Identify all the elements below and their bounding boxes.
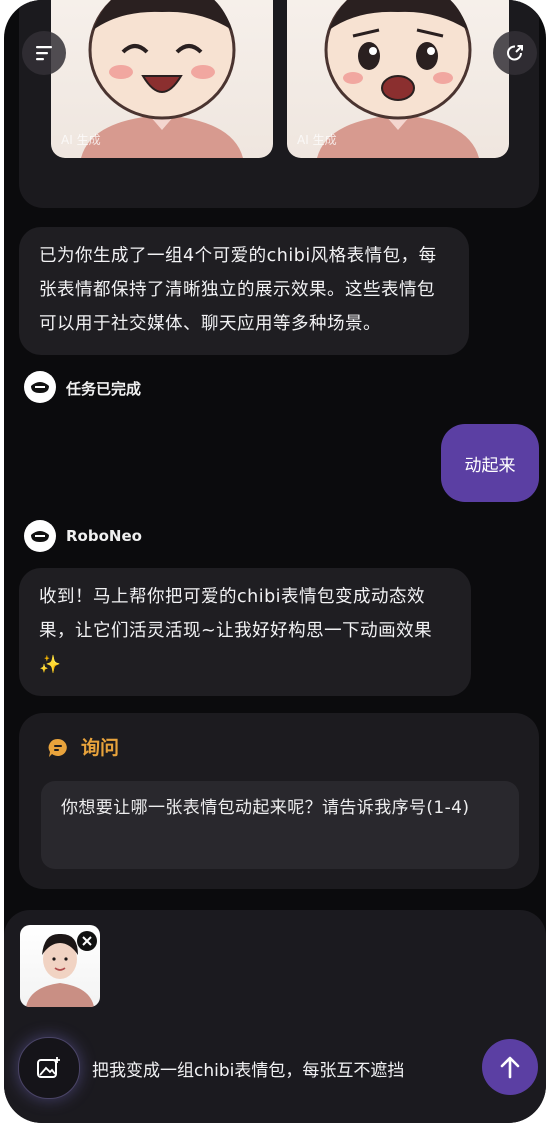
add-image-button[interactable] [18, 1037, 80, 1099]
task-status-label: 任务已完成 [66, 380, 142, 398]
assistant-message-reply: 收到！马上帮你把可爱的chibi表情包变成动态效果，让它们活灵活现~让我好好构思… [19, 568, 471, 696]
chat-bubble-icon [48, 738, 67, 757]
robot-avatar-icon [31, 382, 49, 393]
send-button[interactable] [482, 1039, 538, 1095]
assistant-message-summary: 已为你生成了一组4个可爱的chibi风格表情包，每张表情都保持了清晰独立的展示效… [19, 227, 469, 355]
composer-panel: 把我变成一组chibi表情包，每张互不遮挡 [4, 910, 546, 1123]
menu-button[interactable] [22, 31, 66, 75]
share-icon [507, 45, 523, 61]
ai-watermark: AI 生成 [61, 133, 101, 147]
image-add-icon [37, 1057, 60, 1078]
robot-avatar [24, 371, 56, 403]
sticker-thumbnail-worried[interactable]: AI 生成 [287, 0, 509, 158]
user-message-text: 动起来 [464, 455, 516, 476]
robot-avatar-icon [31, 531, 49, 542]
share-button[interactable] [493, 31, 537, 75]
ask-card: 询问 你想要让哪一张表情包动起来呢？请告诉我序号(1-4) [19, 713, 539, 889]
ask-card-title: 询问 [81, 737, 120, 759]
menu-icon [36, 46, 52, 61]
arrow-up-icon [500, 1056, 520, 1079]
close-icon [82, 936, 92, 946]
robot-avatar [24, 520, 56, 552]
phone-screen: AI 生成 AI 生成 已为你生成了一组4个可爱的chibi风格表情包，每张表情… [4, 0, 546, 1123]
bot-name-label: RoboNeo [66, 527, 142, 545]
ask-question-text: 你想要让哪一张表情包动起来呢？请告诉我序号(1-4) [61, 798, 470, 818]
assistant-summary-text: 已为你生成了一组4个可爱的chibi风格表情包，每张表情都保持了清晰独立的展示效… [39, 246, 437, 334]
user-message-bubble: 动起来 [441, 424, 539, 502]
generated-images-card: AI 生成 AI 生成 [19, 0, 539, 208]
assistant-reply-text: 收到！马上帮你把可爱的chibi表情包变成动态效果，让它们活灵活现~让我好好构思… [39, 587, 433, 675]
sticker-thumbnail-laughing[interactable]: AI 生成 [51, 0, 273, 158]
remove-attachment-button[interactable] [77, 931, 97, 951]
ai-watermark: AI 生成 [297, 133, 337, 147]
ask-question-box: 你想要让哪一张表情包动起来呢？请告诉我序号(1-4) [41, 781, 519, 869]
prompt-input[interactable]: 把我变成一组chibi表情包，每张互不遮挡 [92, 1056, 404, 1081]
